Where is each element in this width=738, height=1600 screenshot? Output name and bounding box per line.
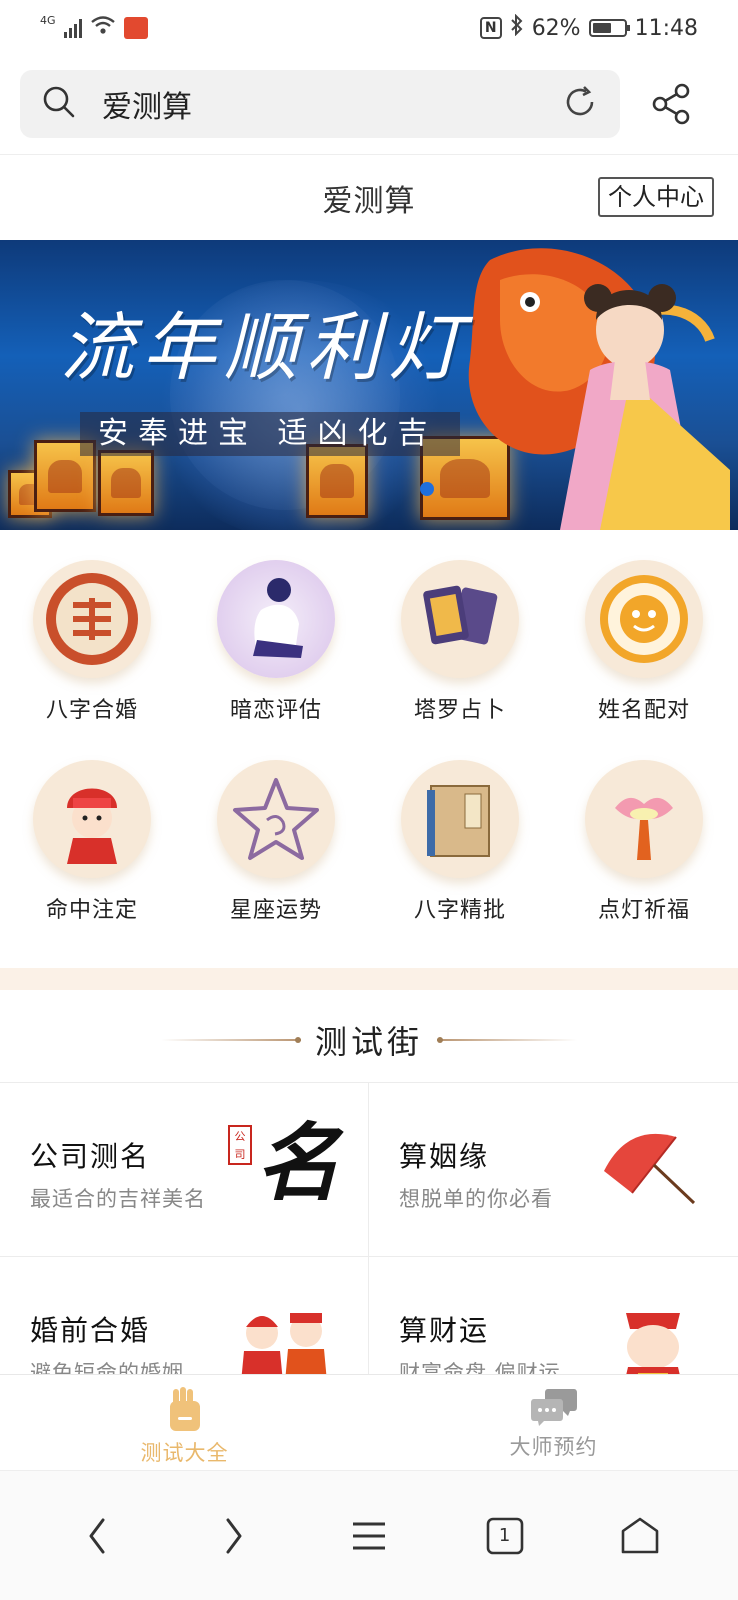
network-type: 4G <box>40 13 56 27</box>
lantern-icon <box>98 450 154 516</box>
menu-button[interactable] <box>339 1506 399 1566</box>
home-icon <box>621 1517 659 1553</box>
grid-item-bazi-reading[interactable]: 八字精批 <box>368 760 552 924</box>
user-center-button[interactable]: 个人中心 <box>598 177 714 217</box>
tab-count: 1 <box>498 1525 511 1546</box>
section-header: 测试街 <box>0 1010 738 1070</box>
calligraphy-character: 名 <box>256 1113 341 1212</box>
lotus-lamp-icon <box>585 760 703 878</box>
red-umbrella-icon <box>604 1133 696 1205</box>
grid-item-label: 点灯祈福 <box>597 898 690 923</box>
double-happiness-icon <box>33 560 151 678</box>
grid-item-label: 命中注定 <box>45 898 138 923</box>
tab-label: 测试大全 <box>140 1441 229 1465</box>
banner-subtitle: 安奉进宝 适凶化吉 <box>80 412 460 456</box>
chevron-right-icon <box>226 1518 242 1553</box>
grid-item-crush-evaluation[interactable]: 暗恋评估 <box>184 560 368 724</box>
seal-stamp: 公司 <box>228 1125 252 1165</box>
card-title: 公司测名 <box>30 1140 151 1173</box>
test-cards: 公司测名 最适合的吉祥美名 公司 名 算姻缘 想脱单的你必看 婚前合婚 避免短命… <box>0 1082 738 1431</box>
card-company-name[interactable]: 公司测名 最适合的吉祥美名 公司 名 <box>0 1083 369 1257</box>
tabs-button[interactable]: 1 <box>475 1506 535 1566</box>
grid-item-bazi-marriage[interactable]: 八字合婚 <box>0 560 184 724</box>
grid-item-label: 塔罗占卜 <box>413 698 506 723</box>
decorative-line <box>160 1039 301 1041</box>
tab-master-booking[interactable]: 大师预约 <box>369 1375 738 1470</box>
section-divider <box>0 968 738 990</box>
card-title: 婚前合婚 <box>30 1314 151 1347</box>
menu-icon <box>352 1522 385 1549</box>
bride-icon <box>33 760 151 878</box>
bluetooth-icon <box>510 13 524 42</box>
book-icon <box>401 760 519 878</box>
status-left: 4G <box>40 15 148 41</box>
banner-carousel[interactable]: 流年顺利灯 安奉进宝 适凶化吉 <box>0 240 738 530</box>
grid-item-label: 八字合婚 <box>45 698 138 723</box>
browser-nav-bar: 1 <box>0 1470 738 1600</box>
bottom-tab-bar: 测试大全 大师预约 <box>0 1374 738 1470</box>
card-subtitle: 最适合的吉祥美名 <box>30 1187 206 1211</box>
card-title: 算姻缘 <box>399 1140 490 1173</box>
status-bar: 4G N 62% 11:48 <box>0 0 738 56</box>
section-title: 测试街 <box>314 1023 423 1061</box>
battery-icon <box>588 19 630 37</box>
tab-label: 大师预约 <box>509 1435 598 1459</box>
nfc-icon: N <box>479 17 502 39</box>
grid-item-label: 星座运势 <box>229 898 322 923</box>
banner-title: 流年顺利灯 <box>60 305 470 391</box>
grid-item-label: 八字精批 <box>413 898 506 923</box>
grid-item-tarot[interactable]: 塔罗占卜 <box>368 560 552 724</box>
tarot-cards-icon <box>401 560 519 678</box>
clock: 11:48 <box>634 15 698 41</box>
address-text[interactable]: 爱测算 <box>102 82 562 126</box>
forward-button[interactable] <box>203 1506 263 1566</box>
bagua-icon <box>585 560 703 678</box>
card-marriage-fate[interactable]: 算姻缘 想脱单的你必看 <box>369 1083 738 1257</box>
chevron-left-icon <box>89 1518 105 1553</box>
card-title: 算财运 <box>399 1314 490 1347</box>
battery-percent: 62% <box>531 15 581 41</box>
signal-icon <box>63 18 82 38</box>
grid-item-name-match[interactable]: 姓名配对 <box>552 560 736 724</box>
home-button[interactable] <box>610 1506 670 1566</box>
tab-tests[interactable]: 测试大全 <box>0 1375 369 1470</box>
screen: 4G N 62% 11:48 爱测算 爱测算 个人中心 流年顺利灯 安奉进宝 适… <box>0 0 738 1600</box>
status-right: N 62% 11:48 <box>479 13 698 42</box>
grid-item-destiny[interactable]: 命中注定 <box>0 760 184 924</box>
search-icon <box>42 85 76 123</box>
grid-item-horoscope[interactable]: 星座运势 <box>184 760 368 924</box>
chat-bubbles-icon <box>530 1389 577 1426</box>
page-header: 爱测算 个人中心 <box>0 154 738 240</box>
page-title: 爱测算 <box>322 183 416 219</box>
star-icon <box>217 760 335 878</box>
grid-item-light-lamp[interactable]: 点灯祈福 <box>552 760 736 924</box>
card-subtitle: 想脱单的你必看 <box>399 1187 553 1211</box>
refresh-icon[interactable] <box>562 84 598 124</box>
grid-item-label: 暗恋评估 <box>229 698 322 723</box>
app-notification-icon <box>123 17 148 39</box>
wifi-icon <box>90 15 116 41</box>
carousel-indicator[interactable] <box>420 482 434 496</box>
address-bar[interactable]: 爱测算 <box>20 70 620 138</box>
grid-item-label: 姓名配对 <box>597 698 690 723</box>
back-button[interactable] <box>68 1506 128 1566</box>
sad-figure-icon <box>217 560 335 678</box>
company-name-calligraphy-icon: 公司 名 <box>228 1113 340 1219</box>
hand-icon <box>169 1387 200 1431</box>
decorative-line <box>437 1039 577 1041</box>
share-icon[interactable] <box>648 80 696 128</box>
